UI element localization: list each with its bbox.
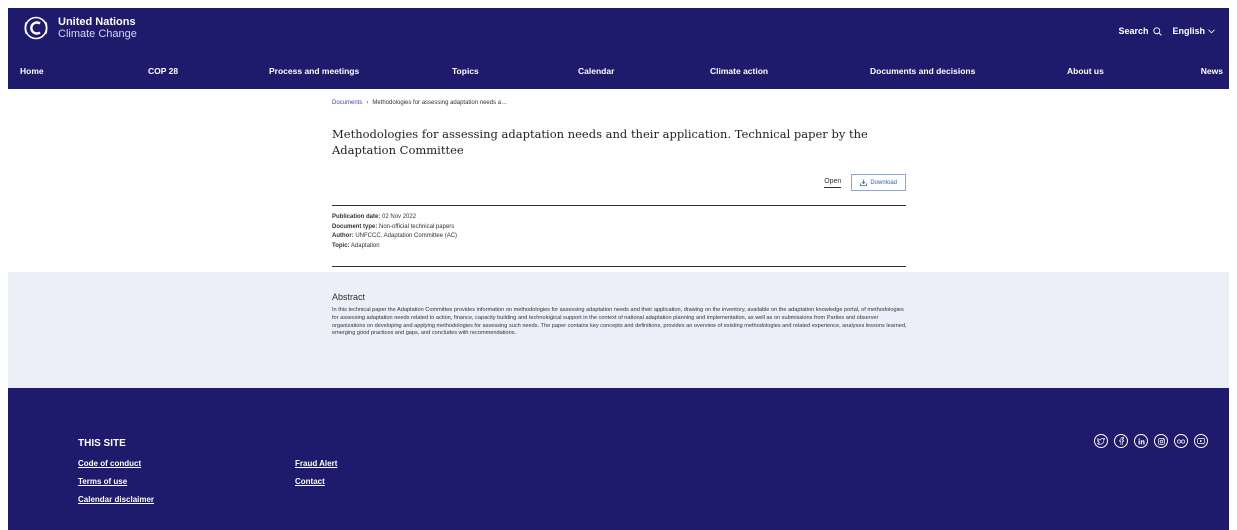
youtube-icon[interactable]	[1194, 434, 1208, 448]
nav-item-documents-and-decisions[interactable]: Documents and decisions	[870, 66, 975, 76]
social-links	[1088, 434, 1208, 448]
download-button[interactable]: Download	[851, 174, 906, 191]
nav-item-climate-action[interactable]: Climate action	[710, 66, 768, 76]
abstract-section: Abstract In this technical paper the Ada…	[8, 272, 1229, 388]
document-metadata: Publication date: 02 Nov 2022 Document t…	[332, 205, 906, 267]
meta-topic: Topic: Adaptation	[332, 242, 906, 252]
breadcrumb-current: Methodologies for assessing adaptation n…	[372, 100, 508, 106]
site-logo[interactable]: United Nations Climate Change	[22, 16, 137, 40]
meta-author: Author: UNFCCC. Adaptation Committee (AC…	[332, 232, 906, 242]
abstract-heading: Abstract	[332, 292, 366, 302]
search-icon	[1153, 26, 1163, 36]
meta-value: UNFCCC. Adaptation Committee (AC)	[355, 233, 458, 239]
twitter-icon[interactable]	[1094, 434, 1108, 448]
header-utility: Search English	[1118, 26, 1215, 36]
footer-link-terms-of-use[interactable]: Terms of use	[78, 477, 127, 486]
site-footer: THIS SITE Code of conduct Terms of use C…	[8, 388, 1229, 530]
meta-value: 02 Nov 2022	[382, 214, 417, 220]
footer-link-fraud-alert[interactable]: Fraud Alert	[295, 459, 337, 468]
search-button[interactable]: Search	[1118, 26, 1163, 36]
download-label: Download	[870, 179, 897, 186]
nav-item-about-us[interactable]: About us	[1067, 66, 1104, 76]
main-navigation: Home COP 28 Process and meetings Topics …	[20, 66, 1223, 80]
nav-item-process-and-meetings[interactable]: Process and meetings	[269, 66, 359, 76]
nav-item-topics[interactable]: Topics	[452, 66, 479, 76]
download-icon	[860, 179, 868, 186]
language-selector[interactable]: English	[1172, 26, 1215, 36]
meta-label: Topic:	[332, 242, 350, 249]
breadcrumb-separator: ›	[366, 100, 369, 106]
breadcrumb-documents-link[interactable]: Documents	[332, 100, 362, 106]
language-label: English	[1172, 26, 1205, 36]
logo-title: United Nations	[58, 16, 136, 28]
meta-value: Adaptation	[350, 242, 380, 249]
footer-link-contact[interactable]: Contact	[295, 477, 325, 486]
linkedin-icon[interactable]	[1134, 434, 1148, 448]
meta-publication-date: Publication date: 02 Nov 2022	[332, 213, 906, 223]
nav-item-news[interactable]: News	[1201, 66, 1223, 76]
search-label: Search	[1118, 26, 1149, 36]
meta-label: Document type:	[332, 223, 378, 230]
nav-item-home[interactable]: Home	[20, 66, 44, 76]
meta-label: Author:	[332, 233, 354, 239]
un-emblem-icon	[24, 16, 48, 40]
footer-heading: THIS SITE	[78, 438, 126, 449]
abstract-text: In this technical paper the Adaptation C…	[332, 307, 907, 337]
page-title: Methodologies for assessing adaptation n…	[332, 127, 868, 157]
document-section: Documents › Methodologies for assessing …	[332, 100, 906, 267]
nav-item-calendar[interactable]: Calendar	[578, 66, 614, 76]
footer-link-code-of-conduct[interactable]: Code of conduct	[78, 459, 141, 468]
flickr-icon[interactable]	[1174, 434, 1188, 448]
meta-label: Publication date:	[332, 214, 381, 220]
nav-item-cop28[interactable]: COP 28	[148, 66, 178, 76]
meta-value: Non-official technical papers	[379, 223, 455, 230]
open-link[interactable]: Open	[824, 178, 842, 188]
site-header: United Nations Climate Change Search Eng…	[8, 8, 1229, 89]
chevron-down-icon	[1208, 28, 1215, 33]
logo-subtitle: Climate Change	[58, 28, 137, 40]
meta-document-type: Document type: Non-official technical pa…	[332, 223, 906, 233]
breadcrumb: Documents › Methodologies for assessing …	[332, 100, 906, 106]
facebook-icon[interactable]	[1114, 434, 1128, 448]
footer-link-calendar-disclaimer[interactable]: Calendar disclaimer	[78, 495, 154, 504]
document-actions: Open Download	[824, 174, 906, 191]
page: United Nations Climate Change Search Eng…	[0, 0, 1237, 530]
instagram-icon[interactable]	[1154, 434, 1168, 448]
